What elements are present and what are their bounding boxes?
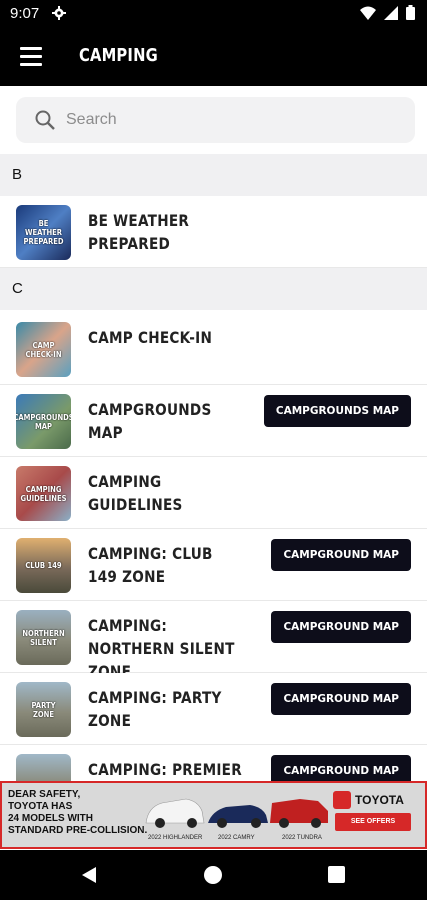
ad-car-caption: 2022 TUNDRA <box>282 835 322 841</box>
list-item[interactable]: NORTHERN SILENT CAMPING: NORTHERN SILENT… <box>0 601 427 681</box>
app-bar: CAMPING <box>0 28 427 86</box>
item-thumbnail: CAMPING GUIDELINES <box>16 466 71 521</box>
see-offers-button[interactable]: SEE OFFERS <box>335 813 411 831</box>
list-item[interactable]: CLUB 149 CAMPING: CLUB 149 ZONE CAMPGROU… <box>0 529 427 601</box>
back-icon[interactable] <box>80 866 98 884</box>
gear-icon <box>52 6 66 20</box>
list-item[interactable]: PARTY ZONE CAMPING: PARTY ZONE CAMPGROUN… <box>0 673 427 745</box>
status-bar: 9:07 <box>0 0 427 28</box>
page-title: CAMPING <box>79 45 158 66</box>
campground-map-button[interactable]: CAMPGROUND MAP <box>271 539 411 571</box>
list-item[interactable]: CAMPING GUIDELINES CAMPING GUIDELINES <box>0 457 427 529</box>
ad-car-caption: 2022 HIGHLANDER <box>148 835 203 841</box>
item-thumbnail: CAMP CHECK-IN <box>16 322 71 377</box>
wifi-icon <box>360 6 376 20</box>
item-thumbnail: CLUB 149 <box>16 538 71 593</box>
item-title: CAMPING: PARTY ZONE <box>88 688 222 730</box>
list-item[interactable]: CAMPGROUNDS MAP CAMPGROUNDS MAP CAMPGROU… <box>0 385 427 457</box>
campgrounds-map-button[interactable]: CAMPGROUNDS MAP <box>263 395 411 427</box>
ad-brand: TOYOTA SEE OFFERS <box>333 787 419 843</box>
ad-text: DEAR SAFETY, TOYOTA HAS 24 MODELS WITH S… <box>8 789 148 836</box>
ad-cars-image: 2022 HIGHLANDER 2022 CAMRY 2022 TUNDRA <box>142 787 332 845</box>
search-bar[interactable] <box>16 97 415 143</box>
item-title: CAMPING: CLUB 149 ZONE <box>88 544 213 586</box>
campground-map-button[interactable]: CAMPGROUND MAP <box>271 683 411 715</box>
status-time: 9:07 <box>10 5 40 22</box>
recents-icon[interactable] <box>328 866 345 883</box>
ad-car-caption: 2022 CAMRY <box>218 835 255 841</box>
item-title: CAMPGROUNDS MAP <box>88 400 212 442</box>
item-thumbnail: CAMPGROUNDS MAP <box>16 394 71 449</box>
item-title: CAMPING GUIDELINES <box>88 472 183 514</box>
section-header-c: C <box>0 268 427 310</box>
campground-map-button[interactable]: CAMPGROUND MAP <box>271 611 411 643</box>
item-title: CAMP CHECK-IN <box>88 328 213 347</box>
menu-icon[interactable] <box>20 47 42 67</box>
search-icon <box>35 110 55 130</box>
item-thumbnail: BE WEATHER PREPARED <box>16 205 71 260</box>
ad-banner[interactable]: DEAR SAFETY, TOYOTA HAS 24 MODELS WITH S… <box>0 781 427 849</box>
item-title: BE WEATHER PREPARED <box>88 211 190 253</box>
home-icon[interactable] <box>204 866 222 884</box>
item-thumbnail: NORTHERN SILENT <box>16 610 71 665</box>
system-nav-bar <box>0 850 427 900</box>
signal-icon <box>384 5 398 20</box>
list-item[interactable]: CAMP CHECK-IN CAMP CHECK-IN <box>0 313 427 385</box>
section-header-b: B <box>0 154 427 196</box>
toyota-logo-icon <box>333 791 351 809</box>
item-thumbnail: PARTY ZONE <box>16 682 71 737</box>
list-item[interactable]: BE WEATHER PREPARED BE WEATHER PREPARED <box>0 196 427 268</box>
search-input[interactable] <box>66 97 396 143</box>
search-area <box>0 86 427 156</box>
battery-icon <box>406 5 415 20</box>
